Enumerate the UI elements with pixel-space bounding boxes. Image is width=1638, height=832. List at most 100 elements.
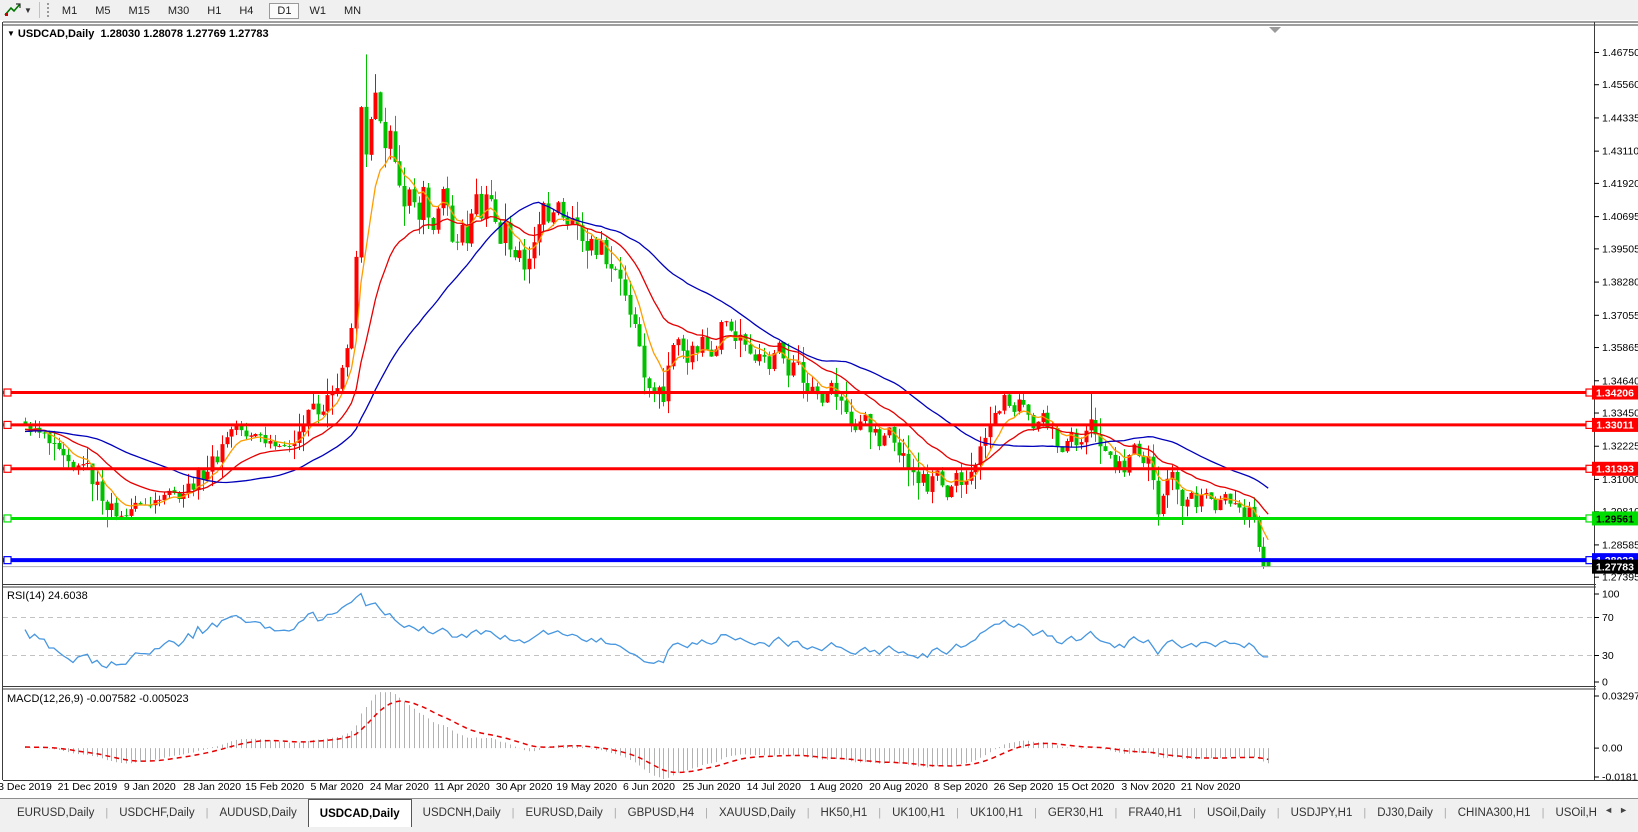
macd-indicator-label: MACD(12,26,9) -0.007582 -0.005023 (7, 693, 189, 705)
svg-text:100: 100 (1602, 589, 1620, 601)
svg-text:1.33011: 1.33011 (1596, 420, 1634, 432)
svg-text:0.00: 0.00 (1602, 743, 1623, 755)
tab-scroll-left-icon[interactable]: ◄ (1604, 805, 1619, 815)
svg-text:15 Feb 2020: 15 Feb 2020 (245, 781, 304, 793)
symbol-tabs: EURUSD,Daily|USDCHF,Daily|AUDUSD,DailyUS… (6, 799, 1598, 827)
timeframe-button-H1[interactable]: H1 (199, 3, 229, 19)
svg-text:1.40695: 1.40695 (1602, 211, 1638, 223)
svg-text:1.33450: 1.33450 (1602, 408, 1638, 420)
chart-ohlc-values: 1.28030 1.28078 1.27769 1.27783 (100, 28, 268, 40)
svg-text:1.44335: 1.44335 (1602, 112, 1638, 124)
horizontal-level-lines[interactable] (3, 389, 1594, 564)
svg-text:1.39505: 1.39505 (1602, 243, 1638, 255)
svg-text:1.37055: 1.37055 (1602, 310, 1638, 322)
svg-text:21 Nov 2020: 21 Nov 2020 (1181, 781, 1241, 793)
svg-text:1.34206: 1.34206 (1596, 387, 1634, 399)
tab-hk50-h1[interactable]: HK50,H1 (810, 799, 879, 827)
tab-dj30-daily[interactable]: DJ30,Daily (1366, 799, 1444, 827)
tab-eurusd-daily[interactable]: EURUSD,Daily (514, 799, 613, 827)
macd-signal-line (25, 701, 1268, 772)
tab-audusd-daily[interactable]: AUDUSD,Daily (208, 799, 307, 827)
tab-usdcnh-daily[interactable]: USDCNH,Daily (412, 799, 512, 827)
timeframe-button-H4[interactable]: H4 (231, 3, 261, 19)
svg-text:1.41920: 1.41920 (1602, 178, 1638, 190)
mt4-terminal: { "toolbar": { "chart_type_icon": "chart… (0, 0, 1638, 831)
svg-text:15 Oct 2020: 15 Oct 2020 (1057, 781, 1114, 793)
moving-averages-layer (25, 156, 1268, 540)
chart-symbol-label: USDCAD,Daily (18, 28, 94, 40)
tab-usdcad-daily[interactable]: USDCAD,Daily (308, 799, 412, 827)
timeframe-button-W1[interactable]: W1 (301, 3, 334, 19)
candles-layer (24, 54, 1271, 569)
svg-text:1.27783: 1.27783 (1596, 561, 1634, 573)
tab-scroll-right-icon[interactable]: ► (1619, 805, 1634, 815)
svg-text:19 May 2020: 19 May 2020 (556, 781, 617, 793)
svg-text:1.32225: 1.32225 (1602, 441, 1638, 453)
tab-usdjpy-h1[interactable]: USDJPY,H1 (1280, 799, 1364, 827)
timeframe-button-M1[interactable]: M1 (54, 3, 85, 19)
svg-text:1.46750: 1.46750 (1602, 47, 1638, 59)
svg-text:28 Jan 2020: 28 Jan 2020 (183, 781, 241, 793)
svg-text:1.45560: 1.45560 (1602, 79, 1638, 91)
tab-china300-h1[interactable]: CHINA300,H1 (1447, 799, 1542, 827)
svg-text:25 Jun 2020: 25 Jun 2020 (682, 781, 740, 793)
svg-text:0: 0 (1602, 677, 1608, 689)
chart-type-icon[interactable] (4, 3, 22, 17)
chart-frame (3, 22, 1638, 781)
tab-uk100-h1[interactable]: UK100,H1 (959, 799, 1034, 827)
svg-text:9 Jan 2020: 9 Jan 2020 (124, 781, 176, 793)
tab-xauusd-daily[interactable]: XAUUSD,Daily (708, 799, 807, 827)
svg-text:1.34640: 1.34640 (1602, 375, 1638, 387)
tab-gbpusd-h4[interactable]: GBPUSD,H4 (617, 799, 705, 827)
svg-text:1 Aug 2020: 1 Aug 2020 (810, 781, 863, 793)
tab-usoil-h[interactable]: USOil,H (1544, 799, 1598, 827)
timeframe-button-D1[interactable]: D1 (269, 3, 299, 19)
chart-window: 1.467501.455601.443351.431101.419201.406… (0, 20, 1638, 798)
collapse-triangle-icon[interactable]: ▼ (7, 29, 15, 38)
svg-text:14 Jul 2020: 14 Jul 2020 (747, 781, 801, 793)
svg-text:-0.018154: -0.018154 (1602, 772, 1638, 784)
svg-text:1.29561: 1.29561 (1596, 513, 1634, 525)
timeframe-button-group: M1M5M15M30H1H4 D1W1MN (53, 1, 376, 19)
toolbar-grip-handle[interactable] (47, 3, 49, 17)
top-toolbar: ▼ M1M5M15M30H1H4 D1W1MN (0, 0, 1638, 21)
svg-text:5 Mar 2020: 5 Mar 2020 (310, 781, 363, 793)
svg-text:26 Sep 2020: 26 Sep 2020 (994, 781, 1054, 793)
svg-text:1.28585: 1.28585 (1602, 539, 1638, 551)
svg-text:11 Apr 2020: 11 Apr 2020 (434, 781, 490, 793)
svg-text:70: 70 (1602, 612, 1614, 624)
toolbar-separator (39, 2, 40, 18)
tab-scroll-arrows[interactable]: ◄► (1604, 805, 1634, 815)
macd-pane: 0.032972 0.00 -0.018154 (25, 691, 1638, 784)
tab-ger30-h1[interactable]: GER30,H1 (1037, 799, 1115, 827)
svg-text:1.35865: 1.35865 (1602, 342, 1638, 354)
price-axis[interactable]: 1.467501.455601.443351.431101.419201.406… (1592, 47, 1638, 584)
tab-usdchf-daily[interactable]: USDCHF,Daily (108, 799, 205, 827)
svg-text:0.032972: 0.032972 (1602, 691, 1638, 703)
chart-title: ▼USDCAD,Daily 1.28030 1.28078 1.27769 1.… (7, 28, 269, 40)
timeframe-button-MN[interactable]: MN (336, 3, 369, 19)
svg-text:21 Dec 2019: 21 Dec 2019 (58, 781, 118, 793)
rsi-pane: 100 70 30 0 (3, 589, 1620, 689)
svg-text:1.31393: 1.31393 (1596, 464, 1634, 476)
tab-usoil-daily[interactable]: USOil,Daily (1196, 799, 1277, 827)
svg-text:24 Mar 2020: 24 Mar 2020 (370, 781, 429, 793)
svg-text:20 Aug 2020: 20 Aug 2020 (869, 781, 928, 793)
svg-text:30 Apr 2020: 30 Apr 2020 (496, 781, 553, 793)
timeframe-button-M5[interactable]: M5 (87, 3, 118, 19)
svg-text:30: 30 (1602, 650, 1614, 662)
timeframe-button-M15[interactable]: M15 (120, 3, 157, 19)
chart-type-dropdown-caret[interactable]: ▼ (24, 6, 32, 15)
chart-canvas[interactable]: 1.467501.455601.443351.431101.419201.406… (0, 20, 1638, 798)
tab-eurusd-daily[interactable]: EURUSD,Daily (6, 799, 105, 827)
svg-text:1.38280: 1.38280 (1602, 277, 1638, 289)
tab-fra40-h1[interactable]: FRA40,H1 (1117, 799, 1193, 827)
symbol-tab-bar: EURUSD,Daily|USDCHF,Daily|AUDUSD,DailyUS… (0, 798, 1638, 832)
svg-text:8 Sep 2020: 8 Sep 2020 (934, 781, 988, 793)
date-axis[interactable]: 3 Dec 201921 Dec 20199 Jan 202028 Jan 20… (0, 781, 1241, 793)
timeframe-button-M30[interactable]: M30 (160, 3, 197, 19)
tab-uk100-h1[interactable]: UK100,H1 (881, 799, 956, 827)
rsi-line (25, 594, 1268, 668)
svg-text:3 Nov 2020: 3 Nov 2020 (1121, 781, 1175, 793)
chart-shift-marker-icon[interactable] (1269, 27, 1281, 33)
